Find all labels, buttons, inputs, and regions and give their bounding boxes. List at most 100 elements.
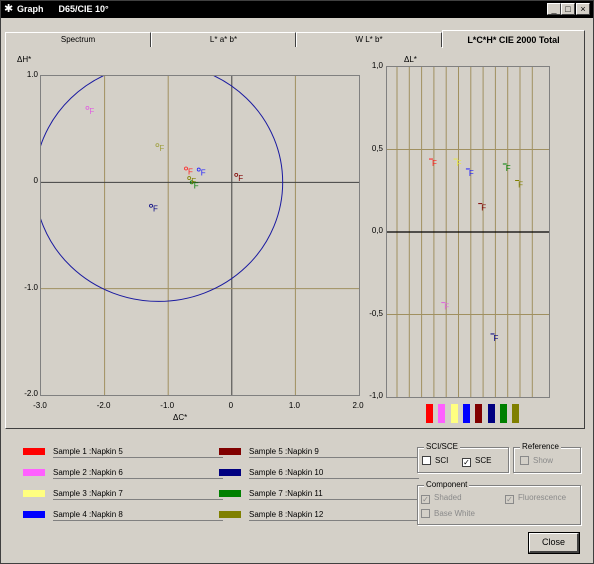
series-swatch [512, 404, 520, 423]
legend-label: Sample 1 :Napkin 5 [53, 447, 223, 458]
legend-swatch [23, 448, 45, 455]
legend-swatch [23, 490, 45, 497]
right-plot-area: FFFFFFFF [386, 66, 550, 398]
legend-swatch [23, 469, 45, 476]
data-point: F [187, 176, 196, 186]
sci-label: SCI [435, 456, 449, 465]
close-window-button[interactable]: × [576, 3, 590, 15]
data-point: F [85, 105, 94, 116]
x-tick-label: -2.0 [96, 401, 111, 410]
point-label: F [159, 144, 164, 153]
legend-swatch [23, 511, 45, 518]
left-ylabel: ΔH* [17, 55, 32, 64]
tab-strip: Spectrum L* a* b* W L* b* L*C*H* CIE 200… [5, 30, 585, 48]
base-white-checkbox[interactable]: Base White [421, 508, 475, 519]
series-swatch [426, 404, 433, 423]
component-title: Component [424, 480, 470, 489]
point-label: F [481, 204, 486, 213]
point-label: F [153, 205, 158, 214]
legend-label: Sample 4 :Napkin 8 [53, 510, 223, 521]
legend-label: Sample 7 :Napkin 11 [249, 489, 419, 500]
shaded-checkbox[interactable]: ✓ Shaded [421, 492, 462, 504]
shaded-check-box[interactable]: ✓ [421, 495, 430, 504]
y-tick-label: 1.0 [26, 70, 38, 79]
show-reference-checkbox[interactable]: Show [520, 455, 553, 466]
legend-label: Sample 8 :Napkin 12 [249, 510, 419, 521]
data-point: F [234, 172, 243, 183]
title-bar[interactable]: ✱ Graph D65/CIE 10° _ □ × [1, 1, 593, 18]
series-swatch [475, 404, 483, 423]
x-tick-label: -3.0 [33, 401, 47, 410]
dl-chart: FFFFFFFF [387, 67, 549, 397]
left-xlabel: ΔC* [173, 413, 188, 422]
close-icon: × [580, 4, 586, 14]
x-tick-label: -1.0 [160, 401, 175, 410]
point-label: F [494, 334, 499, 343]
sci-check-box[interactable] [422, 456, 431, 465]
data-point: F [502, 163, 511, 173]
tab-lch-cie2000-total[interactable]: L*C*H* CIE 2000 Total [442, 30, 585, 48]
data-point: F [453, 158, 462, 168]
legend-item: Sample 4 :Napkin 8 [23, 510, 223, 521]
data-point: F [515, 180, 523, 190]
legend-item: Sample 3 :Napkin 7 [23, 489, 223, 500]
point-label: F [506, 164, 511, 173]
point-label: F [201, 169, 206, 178]
window-title: Graph D65/CIE 10° [17, 4, 109, 14]
close-button[interactable]: Close [528, 532, 580, 554]
point-label: F [518, 181, 523, 190]
data-point: F [441, 302, 449, 312]
y-tick-label: -1,0 [369, 391, 383, 400]
legend-swatch [219, 469, 241, 476]
legend-label: Sample 5 :Napkin 9 [249, 447, 419, 458]
show-label: Show [533, 456, 554, 465]
legend-item: Sample 8 :Napkin 12 [219, 510, 419, 521]
series-swatch [438, 404, 446, 423]
sci-sce-title: SCI/SCE [424, 442, 461, 451]
tab-spectrum[interactable]: Spectrum [5, 32, 151, 47]
sci-sce-group: SCI/SCE SCI ✓ SCE [417, 442, 509, 473]
reference-title: Reference [520, 442, 561, 451]
component-group: Component ✓ Shaded ✓ Fluorescence Base Whi… [417, 480, 581, 525]
legend-label: Sample 3 :Napkin 7 [53, 489, 223, 500]
point-label: F [188, 168, 193, 177]
minimize-icon: _ [551, 4, 557, 14]
app-star-icon: ✱ [4, 3, 14, 15]
point-label: F [191, 177, 196, 186]
data-point: F [155, 143, 164, 153]
maximize-button[interactable]: □ [561, 3, 575, 15]
legend-swatch [219, 511, 241, 518]
series-swatch [487, 404, 495, 423]
legend-label: Sample 2 :Napkin 6 [53, 468, 223, 479]
tab-lab[interactable]: L* a* b* [151, 32, 296, 47]
reference-group: Reference Show [513, 442, 581, 473]
base-white-label: Base White [434, 509, 475, 518]
sci-checkbox[interactable]: SCI [422, 455, 448, 466]
fluorescence-checkbox[interactable]: ✓ Fluorescence [505, 492, 566, 504]
legend-swatch [219, 490, 241, 497]
legend-label: Sample 6 :Napkin 10 [249, 468, 419, 479]
maximize-icon: □ [565, 4, 571, 14]
x-tick-label: 0 [228, 401, 234, 410]
fluorescence-check-box[interactable]: ✓ [505, 495, 514, 504]
y-tick-label: 0,0 [371, 226, 383, 235]
graph-window: ✱ Graph D65/CIE 10° _ □ × Spectrum L* a*… [0, 0, 594, 564]
data-point: F [149, 203, 158, 214]
show-check-box[interactable] [520, 456, 529, 465]
sce-label: SCE [475, 456, 492, 465]
base-white-check-box[interactable] [421, 509, 430, 518]
sce-check-box[interactable]: ✓ [462, 458, 471, 467]
point-label: F [444, 303, 449, 312]
data-point: F [465, 168, 474, 178]
left-plot-area: FFFFFFFF [34, 62, 360, 396]
shaded-label: Shaded [434, 493, 462, 502]
data-point: F [478, 203, 486, 213]
y-tick-label: -2.0 [24, 389, 38, 398]
tab-wlb[interactable]: W L* b* [296, 32, 442, 47]
minimize-button[interactable]: _ [547, 3, 561, 15]
series-swatch [450, 404, 458, 423]
sce-checkbox[interactable]: ✓ SCE [462, 455, 491, 467]
point-label: F [89, 107, 94, 116]
data-point: F [196, 167, 206, 178]
point-label: F [432, 159, 437, 168]
